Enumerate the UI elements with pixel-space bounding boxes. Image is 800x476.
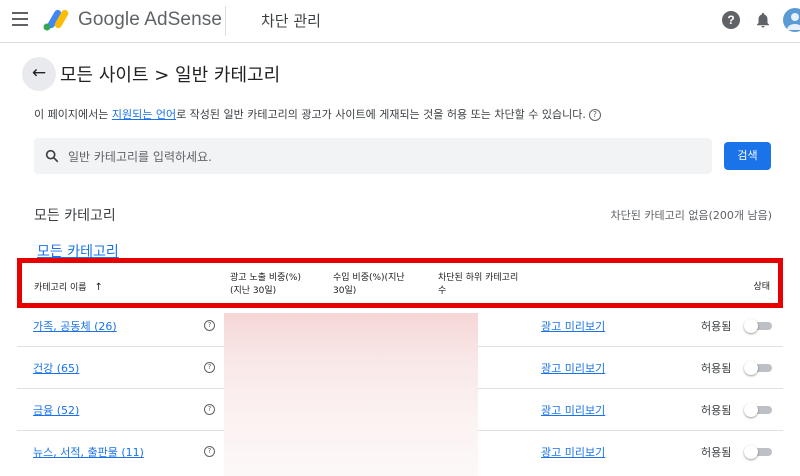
search-button[interactable]: 검색 [724,142,771,170]
back-button[interactable]: ← [22,57,56,91]
menu-icon[interactable] [12,12,28,26]
ad-preview-link[interactable]: 광고 미리보기 [541,360,605,376]
block-toggle[interactable] [744,445,772,459]
status-label: 허용됨 [701,404,732,417]
adsense-logo-icon [43,9,69,31]
category-name-link[interactable]: 뉴스, 서적, 출판물 (11) [33,444,144,460]
category-name-link[interactable]: 금융 (52) [33,402,79,418]
description-text-before: 이 페이지에서는 [34,108,112,121]
help-icon[interactable]: ? [204,446,215,457]
section-title: 차단 관리 [261,12,321,30]
help-icon[interactable]: ? [204,362,215,373]
search-box [34,138,712,174]
search-icon [45,149,59,163]
redacted-metrics-area [224,313,478,476]
block-toggle[interactable] [744,361,772,375]
column-header-impressions-line1: 광고 노출 비중(%) [230,273,301,283]
column-header-revenue-line1: 수입 비중(%)(지난 [333,273,405,283]
status-label: 허용됨 [701,362,732,375]
column-header-status: 상태 [753,282,770,292]
header-divider [225,6,226,36]
ad-preview-link[interactable]: 광고 미리보기 [541,318,605,334]
top-app-bar: Google AdSense 차단 관리 ? [0,0,800,43]
notifications-icon[interactable] [754,11,772,29]
account-avatar[interactable] [783,8,800,32]
help-icon[interactable]: ? [588,109,601,121]
section-heading: 모든 카테고리 [34,208,116,224]
column-header-name[interactable]: 카테고리 이름 ↑ [34,281,103,295]
page-title: 모든 사이트 > 일반 카테고리 [60,65,281,86]
block-toggle[interactable] [744,319,772,333]
page-description: 이 페이지에서는 지원되는 언어로 작성된 일반 카테고리의 광고가 사이트에 … [34,106,601,122]
category-name-link[interactable]: 건강 (65) [33,360,79,376]
column-header-subcategories-line1: 차단된 하위 카테고리 [438,273,519,283]
table-header: 카테고리 이름 ↑ 광고 노출 비중(%) (지난 30일) 수입 비중(%)(지… [17,258,783,308]
app-brand: Google AdSense [78,9,223,30]
column-header-blocked-subcategories[interactable]: 차단된 하위 카테고리 수 [438,272,538,298]
status-label: 허용됨 [701,320,732,333]
category-name-link[interactable]: 가족, 공동체 (26) [33,318,117,334]
column-header-impressions-line2: (지난 30일) [230,286,277,296]
column-header-subcategories-line2: 수 [438,286,447,296]
column-header-revenue[interactable]: 수입 비중(%)(지난 30일) [333,272,423,298]
ad-preview-link[interactable]: 광고 미리보기 [541,402,605,418]
help-icon[interactable]: ? [204,320,215,331]
column-header-revenue-line2: 30일) [333,286,357,296]
category-search-input[interactable] [66,146,670,168]
help-icon[interactable]: ? [204,404,215,415]
ad-preview-link[interactable]: 광고 미리보기 [541,444,605,460]
blocked-count-status: 차단된 카테고리 없음(200개 남음) [610,209,772,222]
supported-languages-link[interactable]: 지원되는 언어 [112,108,176,121]
description-text-after: 로 작성된 일반 카테고리의 광고가 사이트에 게재되는 것을 허용 또는 차단… [176,108,586,121]
block-toggle[interactable] [744,403,772,417]
arrow-back-icon: ← [31,63,47,83]
column-header-impressions[interactable]: 광고 노출 비중(%) (지난 30일) [230,272,325,298]
help-icon[interactable]: ? [722,11,740,29]
status-label: 허용됨 [701,446,732,459]
arrow-upward-icon[interactable]: ↑ [95,282,103,293]
column-header-name-label: 카테고리 이름 [34,283,87,293]
